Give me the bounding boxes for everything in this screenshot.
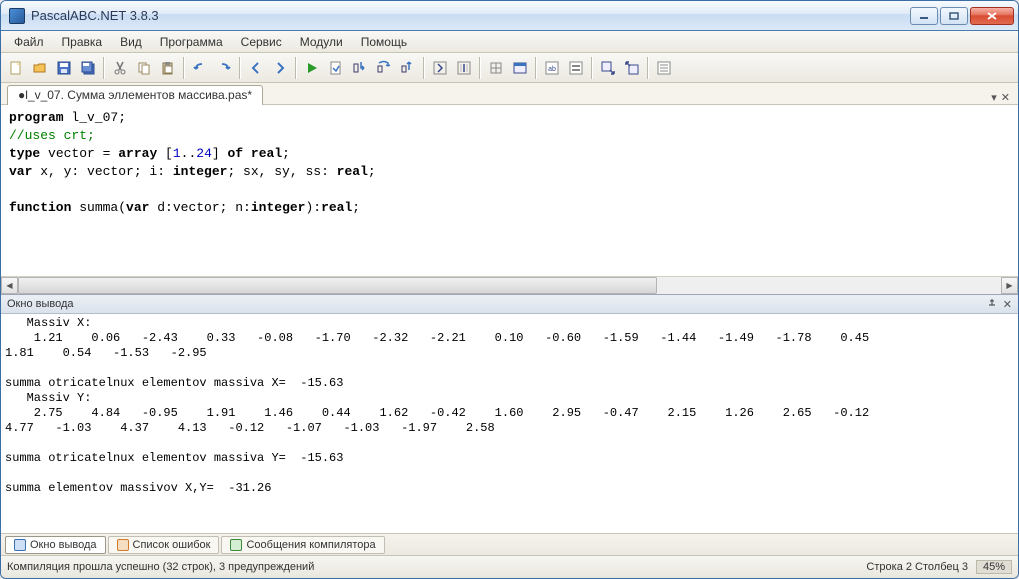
menubar: Файл Правка Вид Программа Сервис Модули … — [1, 31, 1018, 53]
bottom-tabstrip: Окно вывода Список ошибок Сообщения комп… — [1, 534, 1018, 556]
code-content[interactable]: program l_v_07; //uses crt; type vector … — [1, 105, 1018, 276]
app-window: PascalABC.NET 3.8.3 Файл Правка Вид Прог… — [0, 0, 1019, 579]
menu-help[interactable]: Помощь — [352, 33, 416, 51]
minimize-button[interactable] — [910, 7, 938, 25]
pin-icon[interactable] — [987, 298, 997, 311]
output-panel[interactable]: Massiv X: 1.21 0.06 -2.43 0.33 -0.08 -1.… — [1, 314, 1018, 534]
maximize-button[interactable] — [940, 7, 968, 25]
step-over-icon[interactable] — [373, 57, 395, 79]
toolbar-separator — [423, 57, 425, 79]
bottom-tab-output[interactable]: Окно вывода — [5, 536, 106, 554]
menu-edit[interactable]: Правка — [53, 33, 112, 51]
editor-horizontal-scrollbar[interactable]: ◀ ▶ — [1, 276, 1018, 293]
inspect-up-icon[interactable] — [621, 57, 643, 79]
status-caret: Строка 2 Столбец 3 — [866, 561, 968, 573]
close-button[interactable] — [970, 7, 1014, 25]
inspect-down-icon[interactable] — [597, 57, 619, 79]
open-file-icon[interactable] — [29, 57, 51, 79]
errors-tab-icon — [117, 539, 129, 551]
new-file-icon[interactable] — [5, 57, 27, 79]
step-into-icon[interactable] — [349, 57, 371, 79]
scroll-right-icon[interactable]: ▶ — [1001, 277, 1018, 294]
output-tab-icon — [14, 539, 26, 551]
editor-tab[interactable]: ●l_v_07. Сумма эллементов массива.pas* — [7, 85, 263, 105]
toolbar-separator — [103, 57, 105, 79]
toolbar-separator — [239, 57, 241, 79]
toolbar-separator — [591, 57, 593, 79]
menu-program[interactable]: Программа — [151, 33, 232, 51]
output-panel-header[interactable]: Окно вывода ✕ — [1, 294, 1018, 314]
output-panel-title: Окно вывода — [7, 298, 74, 310]
paste-icon[interactable] — [157, 57, 179, 79]
titlebar[interactable]: PascalABC.NET 3.8.3 — [1, 1, 1018, 31]
window-title: PascalABC.NET 3.8.3 — [31, 8, 910, 23]
module-design-icon[interactable] — [565, 57, 587, 79]
code-editor[interactable]: program l_v_07; //uses crt; type vector … — [1, 105, 1018, 294]
bracket-cursor-icon[interactable] — [453, 57, 475, 79]
module-code-icon[interactable]: ab — [541, 57, 563, 79]
grid-icon[interactable] — [485, 57, 507, 79]
redo-icon[interactable] — [213, 57, 235, 79]
status-compile: Компиляция прошла успешно (32 строк), 3 … — [7, 561, 314, 573]
menu-file[interactable]: Файл — [5, 33, 53, 51]
scroll-thumb[interactable] — [18, 277, 657, 294]
bracket-right-icon[interactable] — [429, 57, 451, 79]
statusbar: Компиляция прошла успешно (32 строк), 3 … — [1, 556, 1018, 578]
menu-view[interactable]: Вид — [111, 33, 151, 51]
form-icon[interactable] — [509, 57, 531, 79]
menu-modules[interactable]: Модули — [291, 33, 352, 51]
nav-back-icon[interactable] — [245, 57, 267, 79]
save-all-icon[interactable] — [77, 57, 99, 79]
cut-icon[interactable] — [109, 57, 131, 79]
toolbar-separator — [295, 57, 297, 79]
run-icon[interactable] — [301, 57, 323, 79]
tabstrip-dropdown-icon[interactable]: ▾ — [991, 91, 997, 104]
nav-forward-icon[interactable] — [269, 57, 291, 79]
run-stop-icon[interactable] — [325, 57, 347, 79]
messages-tab-icon — [230, 539, 242, 551]
toolbar-separator — [183, 57, 185, 79]
undo-icon[interactable] — [189, 57, 211, 79]
toolbar-separator — [535, 57, 537, 79]
app-icon — [9, 8, 25, 24]
toolbar-separator — [647, 57, 649, 79]
copy-icon[interactable] — [133, 57, 155, 79]
save-icon[interactable] — [53, 57, 75, 79]
menu-service[interactable]: Сервис — [232, 33, 291, 51]
toolbar: ab — [1, 53, 1018, 83]
tabstrip-close-icon[interactable]: ✕ — [1001, 91, 1010, 104]
step-out-icon[interactable] — [397, 57, 419, 79]
scroll-left-icon[interactable]: ◀ — [1, 277, 18, 294]
bottom-tab-errors[interactable]: Список ошибок — [108, 536, 220, 554]
svg-text:ab: ab — [548, 66, 556, 73]
panel-close-icon[interactable]: ✕ — [1003, 298, 1012, 311]
status-percent: 45% — [976, 560, 1012, 574]
toolbar-separator — [479, 57, 481, 79]
options-icon[interactable] — [653, 57, 675, 79]
bottom-tab-messages[interactable]: Сообщения компилятора — [221, 536, 384, 554]
editor-tabstrip: ●l_v_07. Сумма эллементов массива.pas* ▾… — [1, 83, 1018, 105]
scroll-track[interactable] — [18, 277, 1001, 294]
